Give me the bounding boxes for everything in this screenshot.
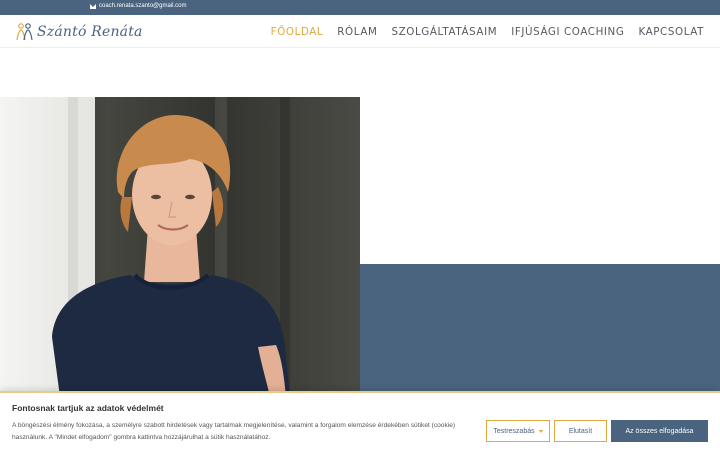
site-logo[interactable]: Szántó Renáta xyxy=(16,21,143,43)
customize-button[interactable]: Testreszabás xyxy=(486,420,550,442)
nav-item-home[interactable]: FŐOLDAL xyxy=(271,26,324,38)
reject-button[interactable]: Elutasít xyxy=(554,420,607,442)
nav-item-about[interactable]: RÓLAM xyxy=(337,26,377,38)
logo-figures-icon xyxy=(16,23,33,41)
cookie-title: Fontosnak tartjuk az adatok védelmét xyxy=(12,403,164,413)
customize-label: Testreszabás xyxy=(493,427,535,435)
cookie-consent-banner: Fontosnak tartjuk az adatok védelmét A b… xyxy=(0,391,720,450)
portrait-illustration xyxy=(0,97,360,397)
site-header: Szántó Renáta FŐOLDAL RÓLAM SZOLGÁLTATÁS… xyxy=(0,15,720,48)
main-nav: FŐOLDAL RÓLAM SZOLGÁLTATÁSAIM IFJÚSÁGI C… xyxy=(271,15,704,48)
nav-item-services[interactable]: SZOLGÁLTATÁSAIM xyxy=(391,26,497,38)
nav-item-youth-coaching[interactable]: IFJÚSÁGI COACHING xyxy=(511,26,624,38)
chevron-down-icon xyxy=(538,429,543,433)
email-text[interactable]: coach.renata.szanto@gmail.com xyxy=(99,3,186,9)
hero-portrait-photo xyxy=(0,97,360,397)
top-bar: coach.renata.szanto@gmail.com xyxy=(0,0,720,15)
nav-item-contact[interactable]: KAPCSOLAT xyxy=(638,26,704,38)
envelope-icon xyxy=(90,3,96,9)
accept-all-button[interactable]: Az összes elfogadása xyxy=(611,420,708,442)
cookie-description: A böngészési élmény fokozása, a személyr… xyxy=(12,422,456,441)
logo-text: Szántó Renáta xyxy=(37,24,143,40)
blue-accent-panel xyxy=(360,264,720,394)
email-link[interactable]: coach.renata.szanto@gmail.com xyxy=(90,3,186,9)
